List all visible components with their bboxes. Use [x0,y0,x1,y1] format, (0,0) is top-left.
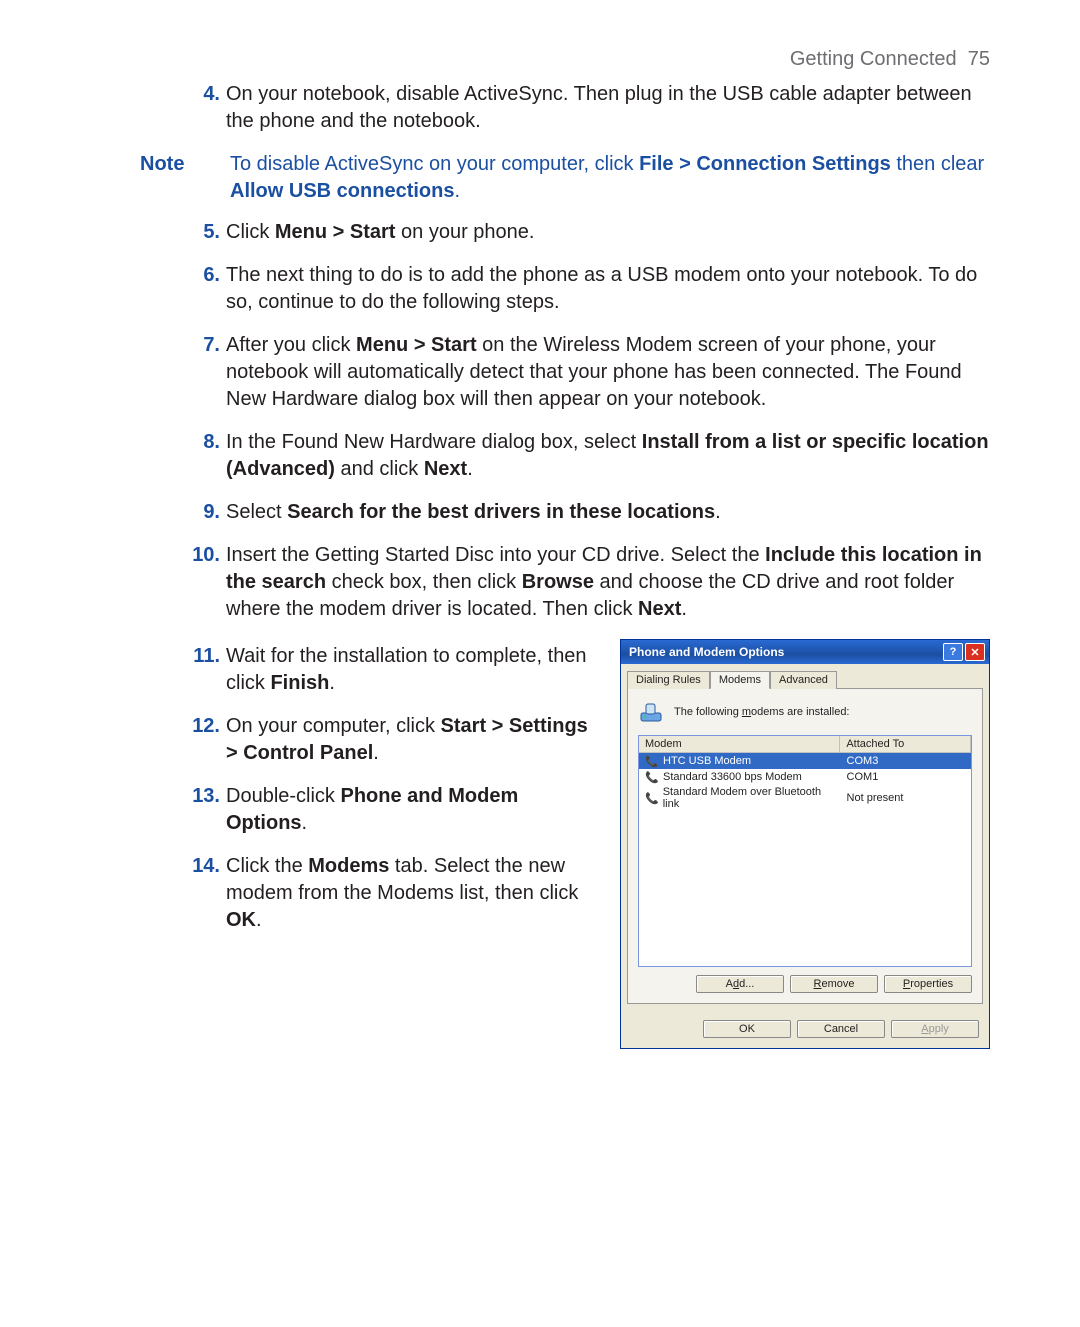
list-item[interactable]: 📞 Standard Modem over Bluetooth link Not … [639,785,971,811]
tab-advanced[interactable]: Advanced [770,671,837,689]
step-text: Wait for the installation to complete, t… [226,643,604,697]
modem-port: COM1 [841,769,971,785]
apply-button[interactable]: Apply [891,1020,979,1038]
step-13: 13. Double-click Phone and Modem Options… [180,783,604,837]
step-9: 9. Select Search for the best drivers in… [90,499,990,526]
modem-icon [638,699,664,725]
close-button[interactable]: ✕ [965,643,985,661]
step-number: 14. [180,853,226,934]
step-text: The next thing to do is to add the phone… [226,262,990,316]
step-text: Select Search for the best drivers in th… [226,499,990,526]
step-number: 9. [180,499,226,526]
page-number: 75 [968,48,990,70]
list-item[interactable]: 📞 Standard 33600 bps Modem COM1 [639,769,971,785]
section-title: Getting Connected [790,48,957,70]
remove-button[interactable]: Remove [790,975,878,993]
step-11: 11. Wait for the installation to complet… [180,643,604,697]
modem-icon: 📞 [645,791,659,805]
note: Note To disable ActiveSync on your compu… [90,151,990,205]
modem-port: Not present [841,785,971,811]
step-text: Click the Modems tab. Select the new mod… [226,853,604,934]
step-number: 12. [180,713,226,767]
help-button[interactable]: ? [943,643,963,661]
modem-icon: 📞 [645,754,659,768]
step-text: On your notebook, disable ActiveSync. Th… [226,81,990,135]
step-8: 8. In the Found New Hardware dialog box,… [90,429,990,483]
tab-dialing-rules[interactable]: Dialing Rules [627,671,710,689]
modem-name: HTC USB Modem [663,755,751,767]
info-text: The following modems are installed: [674,706,850,718]
col-modem[interactable]: Modem [639,736,840,752]
titlebar[interactable]: Phone and Modem Options ? ✕ [621,640,989,664]
listview-header[interactable]: Modem Attached To [639,736,971,753]
note-label: Note [90,151,230,205]
step-10: 10. Insert the Getting Started Disc into… [90,542,990,623]
modem-icon: 📞 [645,770,659,784]
step-text: In the Found New Hardware dialog box, se… [226,429,990,483]
step-number: 11. [180,643,226,697]
dialog-title: Phone and Modem Options [629,645,784,659]
step-12: 12. On your computer, click Start > Sett… [180,713,604,767]
tab-body: The following modems are installed: Mode… [627,688,983,1004]
step-4: 4. On your notebook, disable ActiveSync.… [90,81,990,135]
step-number: 5. [180,219,226,246]
step-text: Insert the Getting Started Disc into you… [226,542,990,623]
tab-strip: Dialing Rules Modems Advanced [621,664,989,688]
add-button[interactable]: Add... [696,975,784,993]
properties-button[interactable]: Properties [884,975,972,993]
step-7: 7. After you click Menu > Start on the W… [90,332,990,413]
modem-name: Standard 33600 bps Modem [663,771,802,783]
tab-modems[interactable]: Modems [710,671,770,689]
step-number: 4. [180,81,226,135]
step-number: 8. [180,429,226,483]
page-header: Getting Connected 75 [90,48,990,71]
cancel-button[interactable]: Cancel [797,1020,885,1038]
list-item[interactable]: 📞 HTC USB Modem COM3 [639,753,971,769]
phone-modem-dialog: Phone and Modem Options ? ✕ Dialing Rule… [620,639,990,1049]
modem-port: COM3 [841,753,971,769]
step-number: 10. [180,542,226,623]
modem-name: Standard Modem over Bluetooth link [663,786,835,810]
step-text: Double-click Phone and Modem Options. [226,783,604,837]
step-number: 7. [180,332,226,413]
note-text: To disable ActiveSync on your computer, … [230,151,990,205]
step-number: 6. [180,262,226,316]
col-attached-to[interactable]: Attached To [840,736,971,752]
step-text: After you click Menu > Start on the Wire… [226,332,990,413]
ok-button[interactable]: OK [703,1020,791,1038]
step-number: 13. [180,783,226,837]
step-14: 14. Click the Modems tab. Select the new… [180,853,604,934]
step-text: On your computer, click Start > Settings… [226,713,604,767]
step-6: 6. The next thing to do is to add the ph… [90,262,990,316]
step-5: 5. Click Menu > Start on your phone. [90,219,990,246]
step-text: Click Menu > Start on your phone. [226,219,990,246]
modems-listview[interactable]: Modem Attached To 📞 HTC USB Modem COM3 📞 S… [638,735,972,967]
